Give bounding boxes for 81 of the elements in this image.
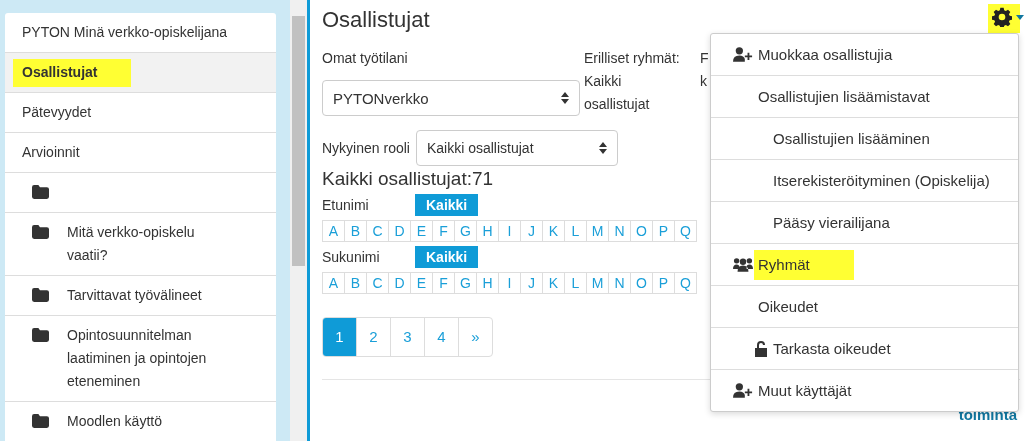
- groups-value: Kaikki osallistujat: [584, 72, 651, 114]
- groups-label: Erilliset ryhmät:: [584, 49, 681, 68]
- participant-count: Kaikki osallistujat:71: [322, 168, 494, 190]
- page-link[interactable]: 3: [390, 318, 424, 356]
- letter-link[interactable]: A: [322, 272, 345, 294]
- folder-icon: [32, 288, 49, 302]
- initials-label: Etunimi: [322, 197, 370, 213]
- menu-item[interactable]: Tarkasta oikeudet: [711, 328, 1018, 370]
- letter-link[interactable]: H: [476, 220, 499, 242]
- page-title: Osallistujat: [322, 7, 430, 33]
- letter-link[interactable]: I: [498, 272, 521, 294]
- menu-item[interactable]: Oikeudet: [711, 286, 1018, 328]
- sidebar-item[interactable]: Arvioinnit: [5, 133, 276, 173]
- letter-link[interactable]: I: [498, 220, 521, 242]
- letter-link[interactable]: P: [652, 272, 675, 294]
- letter-link[interactable]: L: [564, 220, 587, 242]
- all-letters-button[interactable]: Kaikki: [415, 246, 479, 268]
- add-user-icon: [733, 47, 753, 62]
- gear-icon: [992, 7, 1012, 27]
- letter-link[interactable]: N: [608, 220, 631, 242]
- letter-link[interactable]: D: [388, 272, 411, 294]
- initials-label: Sukunimi: [322, 249, 381, 265]
- letter-link[interactable]: O: [630, 220, 653, 242]
- filter-label: k: [700, 72, 708, 91]
- sort-arrows-icon: [561, 92, 569, 104]
- sidebar-item[interactable]: Tarvittavat työvälineet: [5, 276, 276, 316]
- sort-arrows-icon: [598, 142, 607, 154]
- sidebar-item[interactable]: Pätevyydet: [5, 93, 276, 133]
- role-select[interactable]: Kaikki osallistujat: [415, 130, 618, 166]
- letter-link[interactable]: B: [344, 220, 367, 242]
- page-link[interactable]: 1: [323, 318, 356, 356]
- filter-label: F: [700, 49, 709, 68]
- letter-link[interactable]: G: [454, 220, 477, 242]
- group-icon: [733, 257, 753, 272]
- letter-link[interactable]: F: [432, 272, 455, 294]
- letter-link[interactable]: J: [520, 220, 543, 242]
- letter-link[interactable]: B: [344, 272, 367, 294]
- add-user-icon: [733, 383, 753, 398]
- menu-item[interactable]: Osallistujien lisäämistavat: [711, 76, 1018, 118]
- letter-link[interactable]: G: [454, 272, 477, 294]
- letter-link[interactable]: M: [586, 220, 609, 242]
- folder-icon: [32, 414, 49, 428]
- menu-item[interactable]: Muokkaa osallistujia: [711, 34, 1018, 76]
- folder-icon: [32, 185, 49, 199]
- letter-link[interactable]: Q: [674, 220, 697, 242]
- letter-link[interactable]: K: [542, 272, 565, 294]
- letter-link[interactable]: D: [388, 220, 411, 242]
- letter-link[interactable]: L: [564, 272, 587, 294]
- unlock-icon: [755, 340, 767, 357]
- page-link[interactable]: 4: [424, 318, 458, 356]
- menu-item[interactable]: Itserekisteröityminen (Opiskelija): [711, 160, 1018, 202]
- letter-link[interactable]: Q: [674, 272, 697, 294]
- page-link[interactable]: »: [458, 318, 492, 356]
- page-link[interactable]: 2: [356, 318, 390, 356]
- letter-link[interactable]: O: [630, 272, 653, 294]
- sidebar-item[interactable]: Moodlen käyttö: [5, 402, 276, 441]
- caret-icon: [1016, 14, 1024, 20]
- sidebar-item[interactable]: Osallistujat: [5, 53, 276, 93]
- all-letters-button[interactable]: Kaikki: [415, 194, 479, 216]
- letter-link[interactable]: C: [366, 220, 389, 242]
- letter-link[interactable]: A: [322, 220, 345, 242]
- letter-link[interactable]: M: [586, 272, 609, 294]
- sidebar-item[interactable]: Opintosuunnitelman laatiminen ja opintojen eteneminen: [5, 316, 276, 402]
- menu-item[interactable]: Muut käyttäjät: [711, 370, 1018, 411]
- workspace-select[interactable]: PYTONverkko: [322, 80, 580, 116]
- role-label: Nykyinen rooli: [322, 138, 410, 158]
- scrollbar[interactable]: [290, 0, 307, 441]
- folder-icon: [32, 328, 49, 342]
- sidebar-item[interactable]: Mitä verkko-opiskelu vaatii?: [5, 213, 276, 276]
- letter-link[interactable]: K: [542, 220, 565, 242]
- letter-link[interactable]: J: [520, 272, 543, 294]
- menu-item[interactable]: Osallistujien lisääminen: [711, 118, 1018, 160]
- folder-icon: [32, 225, 49, 239]
- letter-link[interactable]: P: [652, 220, 675, 242]
- workspace-label: Omat työtilani: [322, 49, 409, 68]
- letter-link[interactable]: E: [410, 220, 433, 242]
- letter-link[interactable]: H: [476, 272, 499, 294]
- letter-link[interactable]: F: [432, 220, 455, 242]
- letter-link[interactable]: C: [366, 272, 389, 294]
- letter-link[interactable]: E: [410, 272, 433, 294]
- letter-link[interactable]: N: [608, 272, 631, 294]
